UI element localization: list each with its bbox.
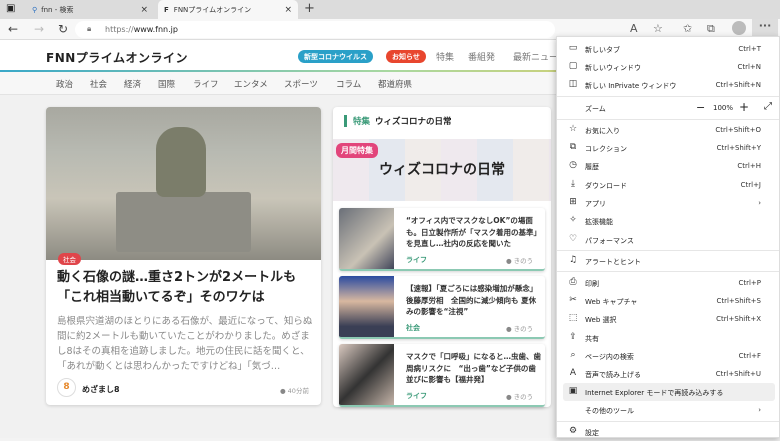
- profile-icon[interactable]: [732, 21, 746, 35]
- zoom-value: 100%: [713, 104, 734, 112]
- menu-read-aloud[interactable]: A 音声で読み上げる Ctrl+Shift+U: [563, 365, 775, 383]
- site-logo[interactable]: FNNプライムオンライン: [46, 49, 188, 66]
- settings-icon: ⚙: [568, 426, 578, 436]
- performance-icon: ♡: [568, 234, 578, 244]
- item-thumbnail: [339, 208, 394, 269]
- back-icon[interactable]: ←: [8, 22, 18, 36]
- source-logo: 8: [57, 378, 76, 397]
- nav-item[interactable]: コラム: [336, 78, 361, 90]
- download-icon: ⤓: [571, 179, 575, 189]
- fnn-favicon: F: [164, 5, 169, 14]
- menu-zoom: ズーム − 100% + ⤢: [585, 100, 772, 114]
- item-thumbnail: [339, 276, 394, 337]
- favorite-icon[interactable]: ☆: [653, 22, 663, 35]
- feature-item[interactable]: マスクで「口呼吸」になると…虫歯、歯周病リスクに “出っ歯”など子供の歯並びに影…: [339, 344, 545, 407]
- lock-icon: 🔒︎: [87, 24, 92, 33]
- new-tab-button[interactable]: +: [304, 1, 315, 16]
- header-link-latest[interactable]: 最新ニュー: [513, 50, 558, 63]
- category-badge: 社会: [58, 253, 81, 265]
- feature-card: 特集 ウィズコロナの日常 月間特集 ウィズコロナの日常 “オフィス内でマスクなしO…: [333, 107, 551, 407]
- notice-pill[interactable]: お知らせ: [386, 50, 426, 63]
- feature-heading: 特集 ウィズコロナの日常: [344, 115, 452, 127]
- bell-icon: ♫: [568, 255, 578, 265]
- nav-item[interactable]: エンタメ: [234, 78, 268, 90]
- window-icon: ▢: [568, 61, 578, 71]
- banner-badge: 月間特集: [336, 143, 378, 158]
- nav-item[interactable]: スポーツ: [284, 78, 318, 90]
- article-photo: [46, 107, 321, 260]
- menu-downloads[interactable]: ⤓ ダウンロード Ctrl+J: [563, 176, 775, 194]
- feature-banner[interactable]: 月間特集 ウィズコロナの日常: [333, 139, 551, 201]
- favorites-icon: ☆: [568, 124, 578, 134]
- favorites-bar-icon[interactable]: ✩: [683, 22, 692, 35]
- apps-icon: ⊞: [569, 197, 577, 207]
- inprivate-icon: ◫: [568, 79, 578, 89]
- menu-settings[interactable]: ⚙ 設定: [563, 423, 775, 441]
- menu-share[interactable]: ⇪ 共有: [563, 329, 775, 347]
- main-article-card[interactable]: 社会 動く石像の謎…重さ2トンが2メートルも「これ相当動いてるぞ」そのワケは 島…: [46, 107, 321, 405]
- search-icon: ⚲: [32, 5, 38, 14]
- header-link-feature[interactable]: 特集: [436, 50, 454, 63]
- menu-print[interactable]: ⎙ 印刷 Ctrl+P: [563, 274, 775, 292]
- tab-fnn[interactable]: F FNNプライムオンライン ×: [158, 0, 298, 19]
- nav-item[interactable]: ライフ: [193, 78, 219, 90]
- forward-icon[interactable]: →: [34, 22, 44, 36]
- extensions-icon: ✧: [569, 215, 577, 225]
- read-aloud-icon[interactable]: A: [630, 22, 638, 35]
- menu-performance[interactable]: ♡ パフォーマンス: [563, 231, 775, 249]
- read-aloud-icon: A: [569, 368, 577, 378]
- collections-icon: ⧉: [569, 142, 577, 152]
- nav-item[interactable]: 国際: [158, 78, 175, 90]
- article-description: 島根県宍道湖のほとりにある石像が、最近になって、知らぬ間に約2メートルも動いてい…: [57, 316, 313, 372]
- close-tab-icon[interactable]: ×: [284, 5, 292, 15]
- collections-icon[interactable]: ⧉: [707, 22, 715, 36]
- menu-web-capture[interactable]: ✂ Web キャプチャ Ctrl+Shift+S: [563, 292, 775, 310]
- menu-apps[interactable]: ⊞ アプリ ›: [563, 194, 775, 212]
- article-title[interactable]: 動く石像の謎…重さ2トンが2メートルも「これ相当動いてるぞ」そのワケは: [57, 268, 319, 308]
- menu-extensions[interactable]: ✧ 拡張機能: [563, 212, 775, 230]
- url-input[interactable]: 🔒︎ https://www.fnn.jp: [75, 21, 555, 38]
- menu-ie-mode[interactable]: ▣ Internet Explorer モードで再読み込みする: [563, 383, 775, 401]
- menu-history[interactable]: ◷ 履歴 Ctrl+H: [563, 157, 775, 175]
- history-icon: ◷: [569, 160, 577, 170]
- nav-item[interactable]: 政治: [56, 78, 73, 90]
- menu-find[interactable]: ⌕ ページ内の検索 Ctrl+F: [563, 347, 775, 365]
- nav-item[interactable]: 経済: [124, 78, 141, 90]
- source-name[interactable]: めざまし8: [82, 384, 120, 395]
- browser-menu: ▭ 新しいタブ Ctrl+T ▢ 新しいウィンドウ Ctrl+N ◫ 新しい InPriv…: [556, 36, 780, 438]
- zoom-in-button[interactable]: +: [739, 100, 749, 114]
- banner-title: ウィズコロナの日常: [379, 162, 505, 178]
- ie-mode-icon: ▣: [568, 386, 578, 396]
- menu-alerts[interactable]: ♫ アラートとヒント: [563, 252, 775, 270]
- menu-favorites[interactable]: ☆ お気に入り Ctrl+Shift+O: [563, 121, 775, 139]
- item-thumbnail: [339, 344, 394, 405]
- capture-icon: ✂: [569, 295, 577, 305]
- article-time: 40分前: [280, 385, 309, 395]
- feature-item[interactable]: “オフィス内でマスクなしOK”の場面も。日立製作所が「マスク着用の基準」を見直し…: [339, 208, 545, 271]
- new-tab-icon: ▭: [568, 43, 578, 53]
- tab-actions-icon[interactable]: ▣: [6, 3, 15, 14]
- tab-search[interactable]: ⚲ fnn - 検索 ×: [26, 0, 154, 19]
- menu-new-tab[interactable]: ▭ 新しいタブ Ctrl+T: [563, 40, 775, 58]
- close-tab-icon[interactable]: ×: [140, 5, 148, 15]
- select-icon: ⬚: [568, 313, 578, 323]
- find-icon: ⌕: [570, 350, 576, 360]
- header-link-programs[interactable]: 番組発: [468, 50, 495, 63]
- menu-more-tools[interactable]: その他のツール ›: [563, 401, 775, 419]
- tab-bar: ▣ ⚲ fnn - 検索 × F FNNプライムオンライン × +: [0, 0, 780, 19]
- nav-item[interactable]: 社会: [90, 78, 107, 90]
- print-icon: ⎙: [569, 277, 577, 287]
- feature-item[interactable]: 【速報】「夏ごろには感染増加が懸念」後藤厚労相 全国的に減少傾向も 夏休みの影響…: [339, 276, 545, 339]
- menu-web-select[interactable]: ⬚ Web 選択 Ctrl+Shift+X: [563, 310, 775, 328]
- menu-inprivate[interactable]: ◫ 新しい InPrivate ウィンドウ Ctrl+Shift+N: [563, 76, 775, 94]
- nav-item[interactable]: 都道府県: [378, 78, 412, 90]
- corona-pill[interactable]: 新型コロナウイルス: [298, 50, 373, 63]
- share-icon: ⇪: [569, 332, 577, 342]
- menu-new-window[interactable]: ▢ 新しいウィンドウ Ctrl+N: [563, 58, 775, 76]
- menu-collections[interactable]: ⧉ コレクション Ctrl+Shift+Y: [563, 139, 775, 157]
- zoom-out-button[interactable]: −: [696, 101, 705, 114]
- refresh-icon[interactable]: ↻: [58, 22, 68, 36]
- fullscreen-icon[interactable]: ⤢: [764, 101, 772, 112]
